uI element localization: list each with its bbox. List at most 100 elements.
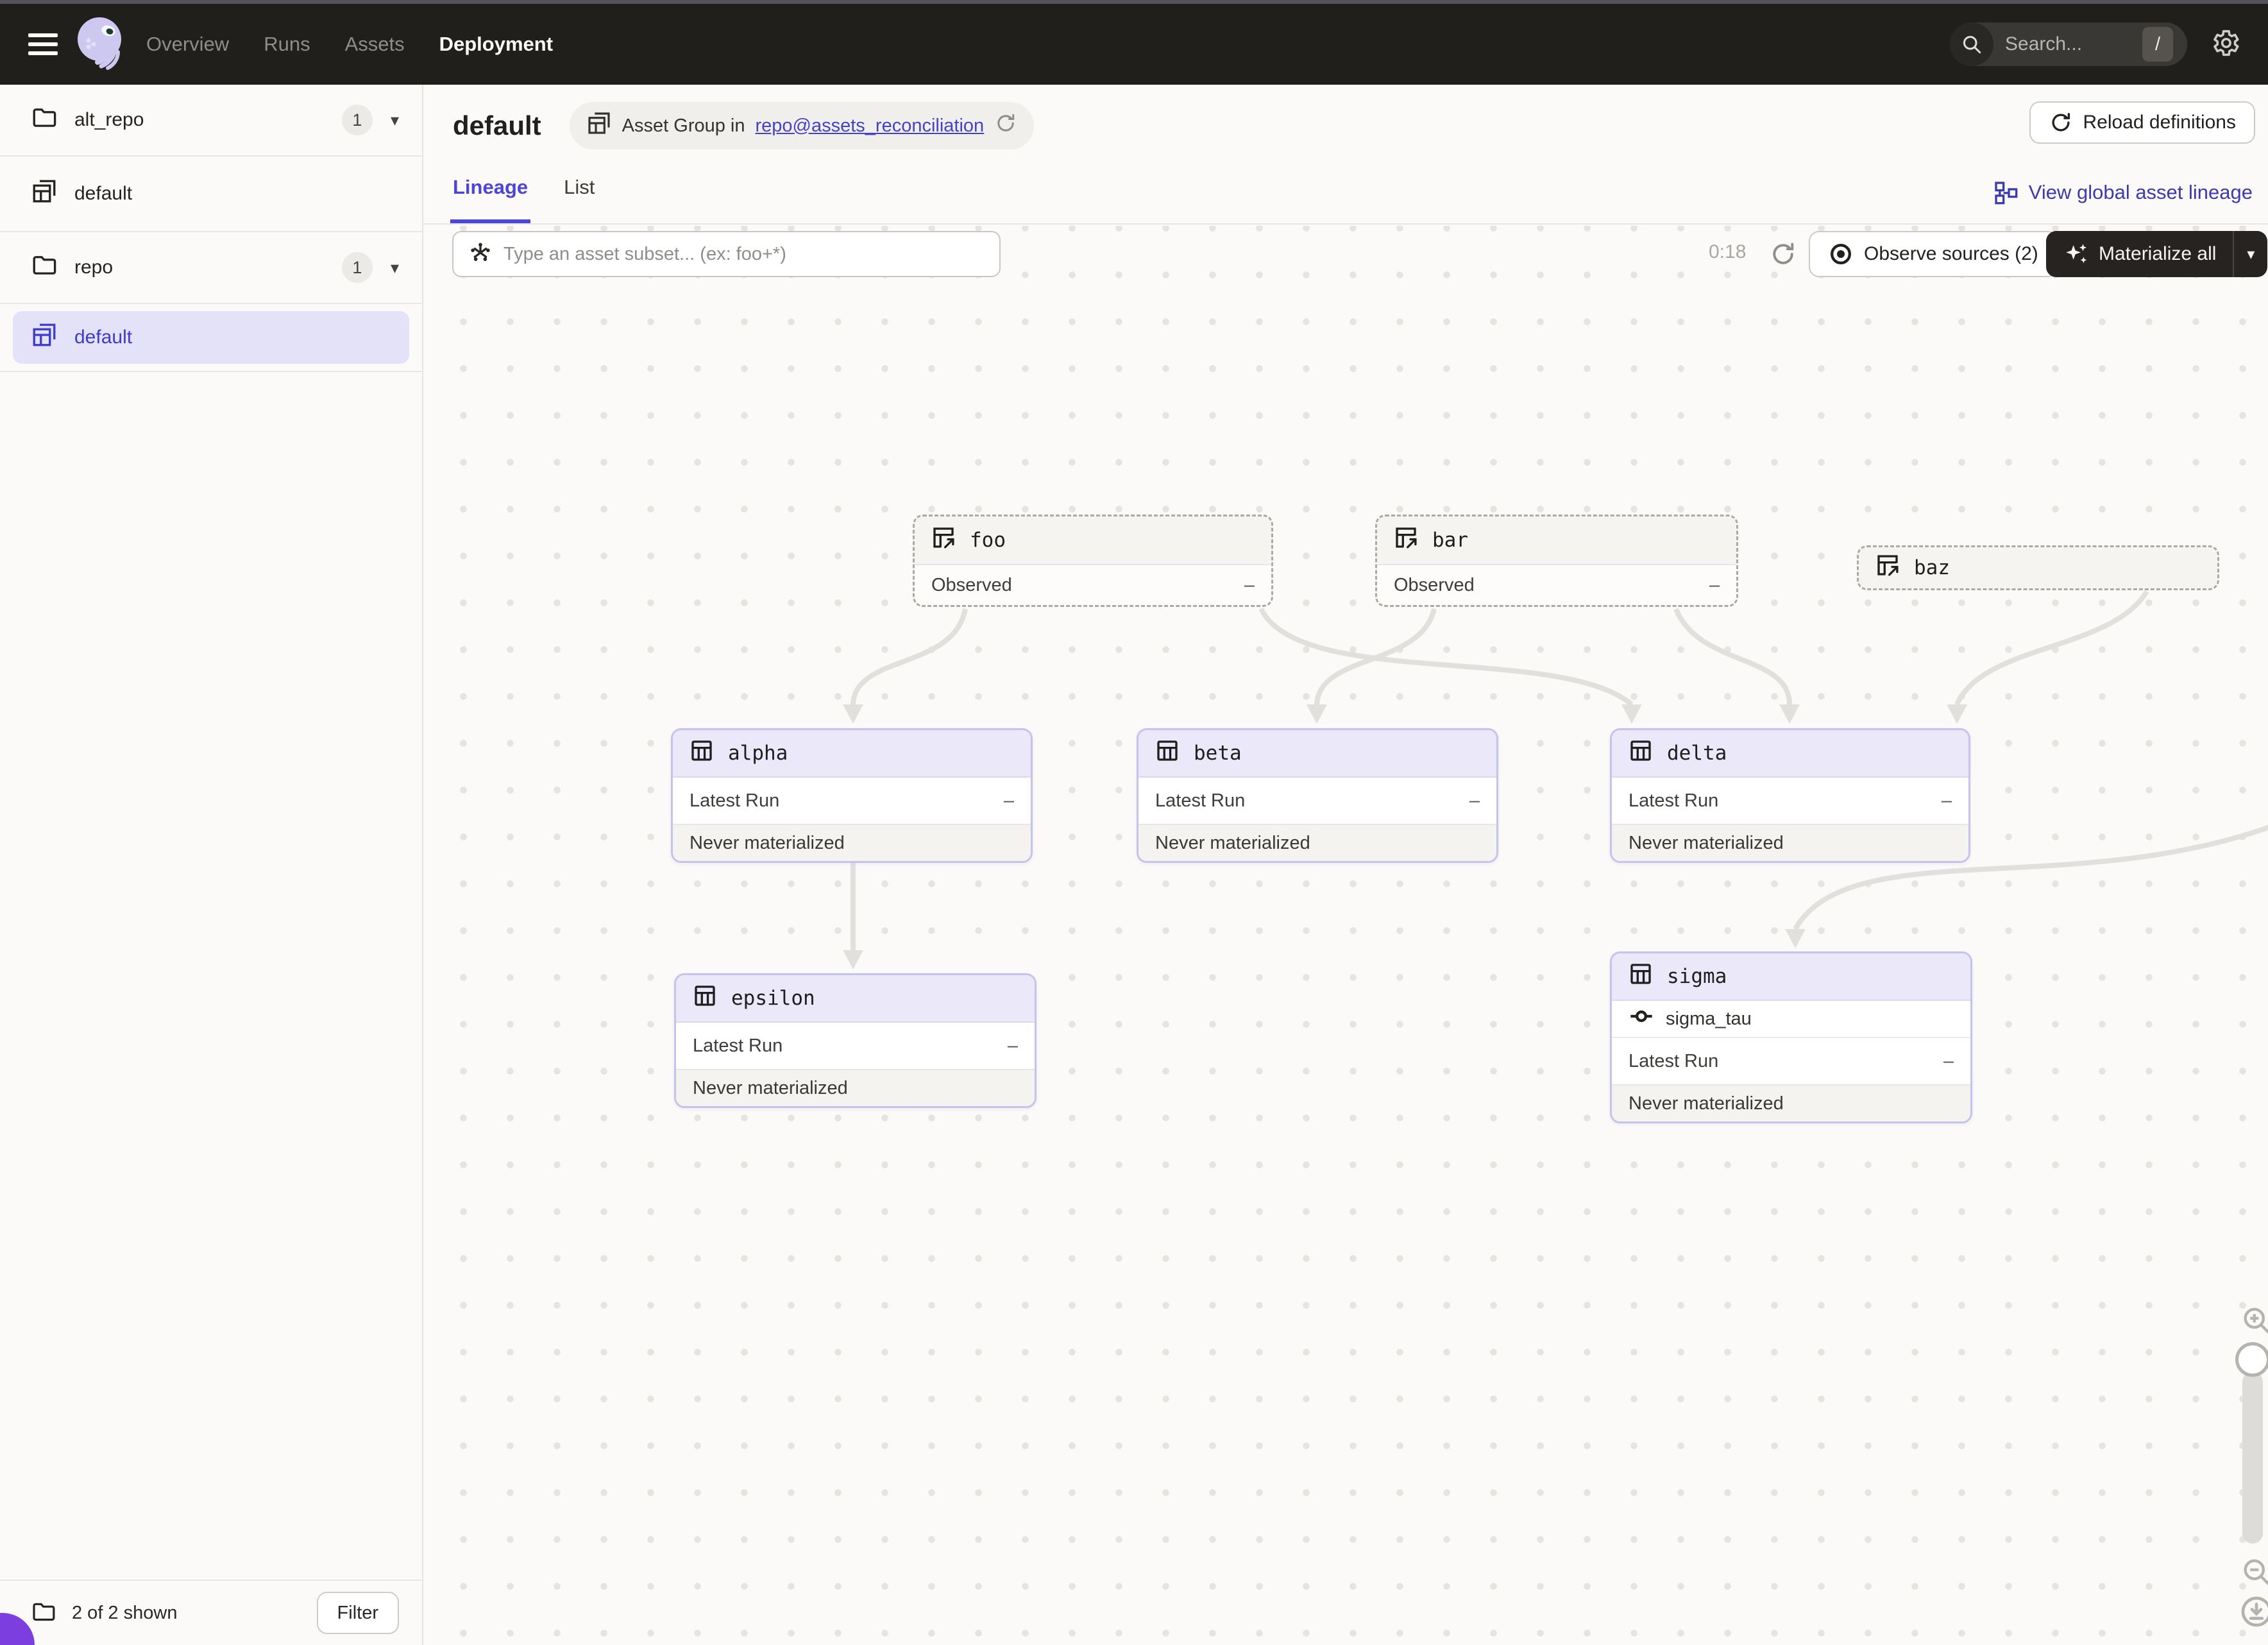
shown-count-text: 2 of 2 shown [72, 1603, 177, 1624]
lineage-edge-baz-delta [1957, 592, 2147, 704]
dagster-app: Overview Runs Assets Deployment Search..… [0, 0, 2268, 1645]
lineage-canvas[interactable]: fooObserved–barObserved–bazalphaLatest R… [423, 226, 2268, 1645]
never-materialized-row: Never materialized [673, 824, 1031, 861]
never-materialized-row: Never materialized [1612, 1084, 1970, 1121]
filter-button[interactable]: Filter [317, 1592, 399, 1634]
never-materialized-row: Never materialized [676, 1069, 1035, 1106]
search-input[interactable]: Search... / [1950, 22, 2187, 66]
asset-node-epsilon[interactable]: epsilonLatest Run–Never materialized [674, 973, 1037, 1108]
asset-node-bar[interactable]: barObserved– [1375, 515, 1738, 607]
repo-link[interactable]: repo@assets_reconciliation [756, 115, 985, 137]
asset-subset-input[interactable]: Type an asset subset... (ex: foo+*) [452, 231, 1001, 277]
nav-deployment[interactable]: Deployment [439, 33, 553, 56]
edge-arrowhead [1779, 704, 1800, 724]
asset-group-badge: Asset Group in repo@assets_reconciliatio… [570, 102, 1035, 149]
asset-group-icon [586, 110, 612, 141]
view-global-asset-lineage-link[interactable]: View global asset lineage [1993, 180, 2253, 205]
source-asset-icon-and-name: foo [915, 516, 1271, 565]
edge-arrowhead [843, 704, 863, 724]
asset-icon-and-name: sigma [1612, 953, 1970, 1001]
asset-node-alpha[interactable]: alphaLatest Run–Never materialized [671, 728, 1033, 863]
observed-row: Observed– [915, 565, 1271, 605]
asset-icon-and-name: delta [1612, 730, 1968, 778]
lineage-edge-foo-alpha [853, 609, 965, 704]
materialize-options-caret[interactable]: ▾ [2233, 231, 2267, 277]
edge-arrowhead [1621, 704, 1642, 724]
sidebar-item-label: repo [74, 257, 113, 278]
table-icon [691, 982, 718, 1014]
never-materialized-row: Never materialized [1612, 824, 1968, 861]
sidebar-item-default-selected[interactable]: default [0, 304, 422, 371]
reload-definitions-label: Reload definitions [2083, 112, 2237, 133]
chevron-down-icon[interactable]: ▾ [391, 110, 399, 130]
observed-row: Observed– [1377, 565, 1736, 605]
edge-arrowhead [1307, 704, 1327, 724]
source-asset-icon-and-name: baz [1859, 547, 2217, 588]
asset-node-delta[interactable]: deltaLatest Run–Never materialized [1610, 728, 1970, 863]
dagster-logo-icon[interactable] [73, 13, 128, 76]
main-content: default Asset Group in repo@assets_recon… [423, 85, 2268, 1645]
asset-node-foo[interactable]: foo Observed– [913, 515, 1273, 607]
asset-check-icon [1629, 1003, 1654, 1034]
edge-arrowhead [1947, 704, 1967, 724]
asset-subset-placeholder: Type an asset subset... (ex: foo+*) [504, 244, 786, 265]
asset-name: foo [970, 529, 1006, 552]
table-icon [688, 737, 715, 769]
asset-node-baz[interactable]: baz [1857, 545, 2219, 590]
refresh-icon[interactable] [1769, 240, 1797, 271]
search-shortcut-badge: / [2142, 27, 2173, 62]
divider [0, 371, 422, 372]
materialize-all-button[interactable]: Materialize all ▾ [2046, 231, 2267, 277]
fit-view-icon[interactable] [2238, 1594, 2268, 1633]
asset-check-row[interactable]: sigma_tau [1612, 1001, 1970, 1038]
sidebar-item-alt-repo[interactable]: alt_repo 1 ▾ [0, 85, 422, 155]
latest-run-row: Latest Run– [676, 1023, 1035, 1069]
tabs-row: Lineage List View global asset lineage [423, 167, 2268, 225]
sidebar-footer: 2 of 2 shown Filter [0, 1580, 422, 1645]
sidebar-item-label: default [74, 327, 132, 348]
zoom-out-icon[interactable] [2240, 1555, 2268, 1592]
page-title: default [453, 110, 541, 141]
nav-assets[interactable]: Assets [345, 33, 405, 56]
folder-icon [31, 104, 58, 136]
menu-icon[interactable] [28, 28, 58, 60]
tab-lineage[interactable]: Lineage [453, 167, 528, 223]
sidebar-item-default-altrepo[interactable]: default [0, 157, 422, 231]
reload-location-icon[interactable] [994, 112, 1017, 140]
search-placeholder: Search... [2005, 33, 2142, 55]
zoom-in-icon[interactable] [2240, 1304, 2268, 1340]
asset-icon-and-name: alpha [673, 730, 1031, 778]
sidebar-item-repo[interactable]: repo 1 ▾ [0, 232, 422, 303]
latest-run-row: Latest Run– [1612, 778, 1968, 824]
top-navigation-bar: Overview Runs Assets Deployment Search..… [0, 4, 2268, 85]
lineage-edge-foo-delta [1261, 609, 1632, 704]
observe-sources-button[interactable]: Observe sources (2) [1809, 231, 2058, 277]
folder-icon [31, 251, 58, 284]
latest-run-row: Latest Run– [1138, 778, 1496, 824]
tab-list[interactable]: List [564, 167, 595, 223]
asset-node-sigma[interactable]: sigmasigma_tauLatest Run–Never materiali… [1610, 951, 1972, 1123]
zoom-slider-knob[interactable] [2235, 1342, 2268, 1377]
asset-name: beta [1194, 742, 1242, 765]
materialize-all-label: Materialize all [2099, 243, 2216, 265]
zoom-slider-track[interactable] [2242, 1372, 2263, 1544]
settings-gear-icon[interactable] [2209, 27, 2241, 62]
nav-overview[interactable]: Overview [146, 33, 229, 56]
asset-group-icon [31, 178, 58, 210]
count-badge: 1 [342, 105, 373, 135]
chevron-down-icon[interactable]: ▾ [391, 258, 399, 278]
never-materialized-row: Never materialized [1138, 824, 1496, 861]
nav-runs[interactable]: Runs [264, 33, 310, 56]
asset-node-beta[interactable]: beta Latest Run–Never materialized [1137, 728, 1498, 863]
table-icon [1627, 960, 1654, 993]
reload-definitions-button[interactable]: Reload definitions [2029, 101, 2256, 144]
selected-pill[interactable]: default [13, 311, 409, 364]
view-global-asset-lineage-label: View global asset lineage [2029, 181, 2253, 204]
graph-toolbar: Type an asset subset... (ex: foo+*) 0:18… [423, 226, 2268, 284]
edge-arrowhead [843, 950, 863, 969]
asset-name: alpha [728, 742, 788, 765]
sidebar-item-label: alt_repo [74, 109, 144, 131]
refresh-countdown: 0:18 [1709, 241, 1766, 263]
asset-icon-and-name: epsilon [676, 975, 1035, 1023]
page-header: default Asset Group in repo@assets_recon… [423, 85, 2268, 167]
